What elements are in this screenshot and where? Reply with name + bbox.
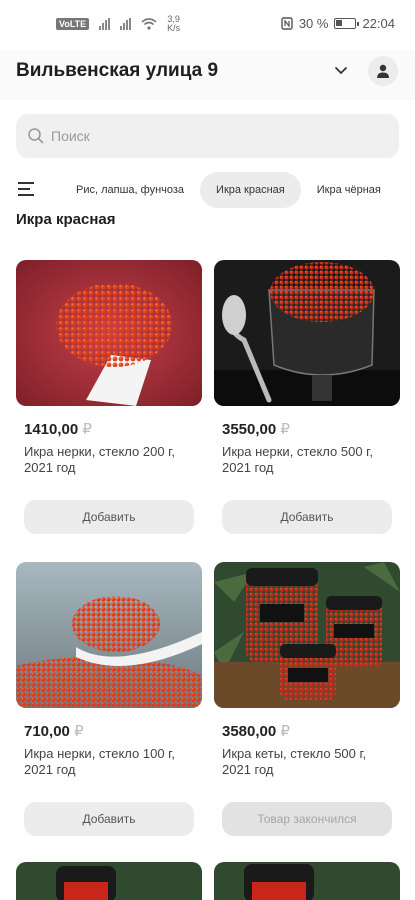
section-title: Икра красная (16, 211, 116, 228)
address-title[interactable]: Вильвенская улица 9 (16, 60, 218, 82)
add-button[interactable]: Добавить (222, 500, 392, 534)
product-image-partial[interactable] (214, 862, 400, 900)
product-card[interactable]: 3550,00 ₽ Икра нерки, стекло 500 г, 2021… (214, 260, 400, 534)
product-card[interactable]: 1410,00 ₽ Икра нерки, стекло 200 г, 2021… (16, 260, 202, 534)
product-image[interactable] (16, 260, 202, 406)
search-input[interactable] (51, 128, 351, 144)
tab-black-caviar[interactable]: Икра чёрная (301, 172, 397, 208)
product-price: 1410,00 ₽ (24, 420, 202, 438)
category-tabs: Рис, лапша, фунчоза Икра красная Икра чёрн… (60, 172, 415, 210)
add-button[interactable]: Добавить (24, 500, 194, 534)
product-name: Икра нерки, стекло 200 г, 2021 год (24, 444, 175, 475)
price-value: 710,00 (24, 723, 70, 740)
volte-badge: VoLTE (56, 18, 90, 30)
product-price: 710,00 ₽ (24, 722, 202, 740)
price-value: 3580,00 (222, 723, 277, 740)
currency-sign: ₽ (74, 723, 84, 740)
battery-percent: 30 % (298, 16, 329, 31)
network-speed: 3,9 K/s (167, 15, 180, 33)
currency-sign: ₽ (82, 421, 92, 438)
product-image[interactable] (214, 260, 400, 406)
tab-rice-noodles[interactable]: Рис, лапша, фунчоза (60, 172, 200, 208)
add-button[interactable]: Добавить (24, 802, 194, 836)
menu-icon[interactable] (18, 182, 36, 196)
currency-sign: ₽ (280, 723, 290, 740)
app-header: Вильвенская улица 9 (0, 50, 415, 100)
product-name: Икра нерки, стекло 500 г, 2021 год (222, 444, 373, 475)
battery-icon (334, 18, 360, 29)
product-name: Икра кеты, стекло 500 г, 2021 год (222, 746, 367, 777)
status-bar: VoLTE 3,9 K/s 30 % 22:04 (0, 0, 415, 50)
profile-button[interactable] (368, 56, 398, 86)
product-name: Икра нерки, стекло 100 г, 2021 год (24, 746, 175, 777)
price-value: 3550,00 (222, 421, 277, 438)
signal-icon (99, 18, 111, 30)
product-card[interactable]: 3580,00 ₽ Икра кеты, стекло 500 г, 2021 … (214, 562, 400, 836)
search-icon (28, 128, 44, 144)
tab-red-caviar[interactable]: Икра красная (200, 172, 301, 208)
out-of-stock-button: Товар закончился (222, 802, 392, 836)
speed-unit: K/s (167, 23, 181, 33)
product-price: 3550,00 ₽ (222, 420, 400, 438)
nfc-icon (281, 17, 293, 30)
product-image[interactable] (16, 562, 202, 708)
clock: 22:04 (362, 16, 395, 31)
wifi-icon (141, 18, 157, 30)
chevron-down-icon[interactable] (333, 62, 349, 78)
product-card[interactable]: 710,00 ₽ Икра нерки, стекло 100 г, 2021 … (16, 562, 202, 836)
signal-icon-2 (120, 18, 132, 30)
search-bar[interactable] (16, 114, 399, 158)
currency-sign: ₽ (280, 421, 290, 438)
product-price: 3580,00 ₽ (222, 722, 400, 740)
user-icon (377, 64, 389, 78)
product-image-partial[interactable] (16, 862, 202, 900)
product-image[interactable] (214, 562, 400, 708)
price-value: 1410,00 (24, 421, 79, 438)
